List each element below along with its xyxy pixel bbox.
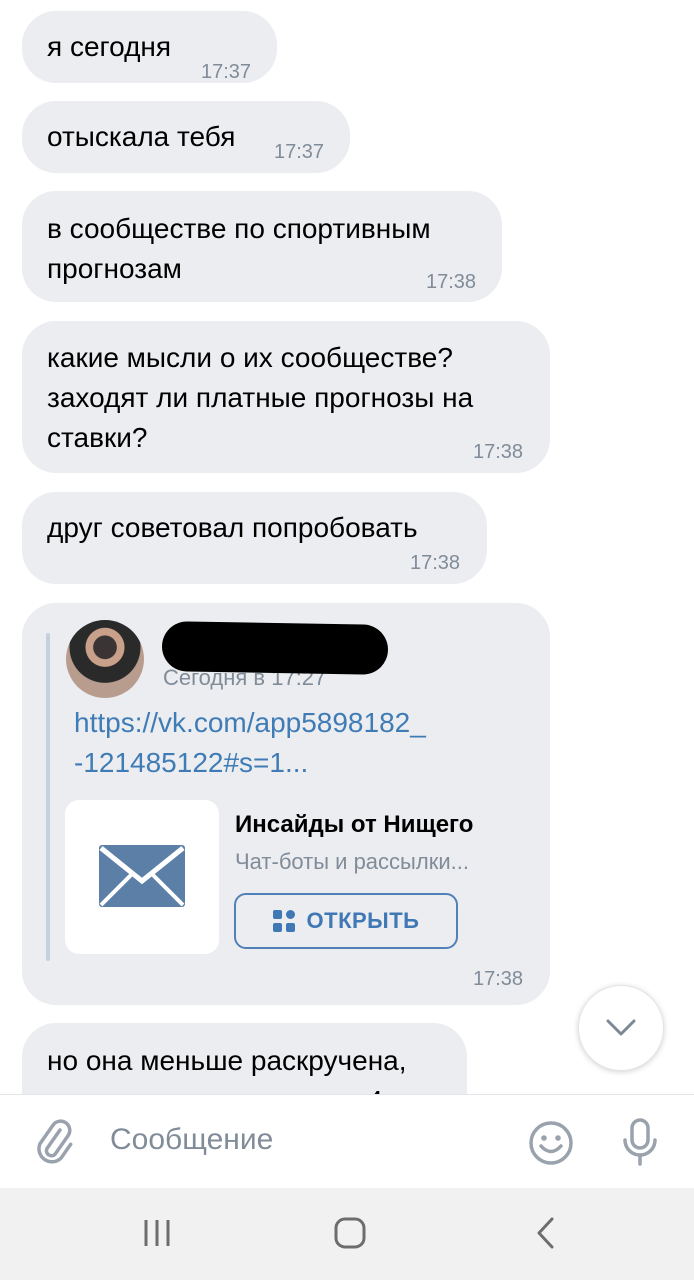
redacted-author-name xyxy=(161,621,389,675)
app-card-image[interactable] xyxy=(65,800,219,954)
message-text: какие мысли о их сообществе? заходят ли … xyxy=(47,342,474,453)
scroll-to-bottom-button[interactable] xyxy=(578,985,664,1071)
recent-apps-icon[interactable] xyxy=(140,1216,174,1250)
message-text: но она меньше раскручена, открытые комме… xyxy=(47,1045,407,1094)
open-app-button-label: ОТКРЫТЬ xyxy=(306,908,420,933)
emoji-icon[interactable] xyxy=(527,1119,575,1167)
chat-history[interactable]: я сегодня 17:37 отыскала тебя 17:37 в со… xyxy=(0,0,694,1094)
envelope-icon xyxy=(99,845,185,907)
message-composer: Сообщение xyxy=(0,1094,694,1189)
message-text: в сообществе по спортивным прогнозам xyxy=(47,213,431,284)
attach-icon[interactable] xyxy=(32,1119,78,1165)
message-bubble[interactable]: какие мысли о их сообществе? заходят ли … xyxy=(22,321,550,473)
message-time: 17:37 xyxy=(201,61,252,83)
home-icon[interactable] xyxy=(333,1216,367,1250)
message-bubble[interactable]: друг советовал попробовать 17:38 xyxy=(22,492,487,584)
forwarded-message-bubble[interactable]: Сегодня в 17:27 https://vk.com/app589818… xyxy=(22,603,550,1005)
message-input[interactable]: Сообщение xyxy=(110,1123,273,1157)
message-bubble[interactable]: в сообществе по спортивным прогнозам 17:… xyxy=(22,191,502,302)
quote-bar xyxy=(46,633,50,961)
chevron-down-icon xyxy=(606,1019,636,1036)
message-text: отыскала тебя xyxy=(47,121,236,152)
message-time: 17:38 xyxy=(410,552,461,574)
back-icon[interactable] xyxy=(530,1216,564,1250)
app-card-subtitle: Чат-боты и рассылки... xyxy=(235,849,469,874)
message-bubble[interactable]: я сегодня 17:37 xyxy=(22,11,277,83)
system-navigation-bar xyxy=(0,1188,694,1280)
app-card-title[interactable]: Инсайды от Нищего xyxy=(235,811,473,839)
message-text: друг советовал попробовать xyxy=(47,512,418,543)
avatar[interactable] xyxy=(66,620,144,698)
open-app-button[interactable]: ОТКРЫТЬ xyxy=(234,893,458,949)
message-time: 17:38 xyxy=(426,271,477,293)
message-bubble[interactable]: но она меньше раскручена, открытые комме… xyxy=(22,1023,467,1094)
message-bubble[interactable]: отыскала тебя 17:37 xyxy=(22,101,350,173)
message-time: 17:38 xyxy=(473,968,524,990)
message-time: 17:37 xyxy=(274,141,325,163)
forwarded-link[interactable]: https://vk.com/app5898182_ -121485122#s=… xyxy=(74,703,494,783)
apps-icon xyxy=(272,910,295,932)
microphone-icon[interactable] xyxy=(620,1117,660,1167)
message-time: 17:38 xyxy=(473,441,524,463)
message-text: я сегодня xyxy=(47,31,172,62)
